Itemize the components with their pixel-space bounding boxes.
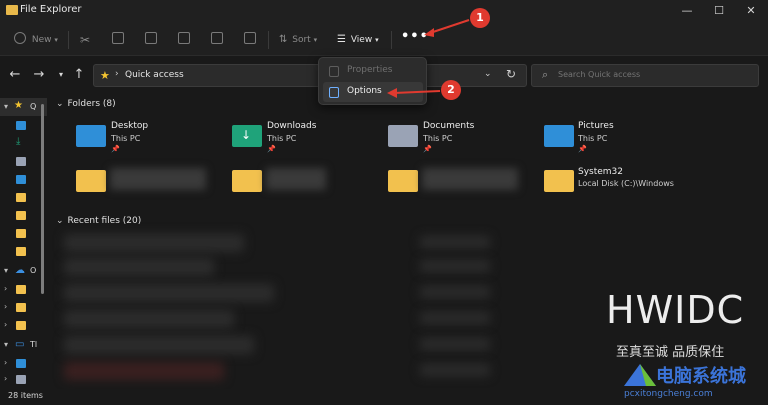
item-count: 28 items: [8, 391, 43, 400]
file-explorer-window: File Explorer — ☐ ✕ New ▾ ✂ ⇅ Sort ▾ ☰ V…: [0, 0, 768, 405]
arrowhead-icon: [424, 28, 434, 37]
annotation-arrow-2: [393, 90, 441, 94]
watermark-brand: HWIDC: [606, 288, 745, 332]
watermark-site-name: 电脑系统城: [656, 366, 746, 387]
annotation-badge-1: 1: [470, 8, 490, 28]
watermark-slogan: 至真至诚 品质保住: [616, 345, 725, 360]
arrowhead-icon: [387, 88, 397, 98]
annotation-arrow-1: [429, 19, 470, 34]
annotation-badge-2: 2: [441, 80, 461, 100]
watermark-logo-icon: [624, 364, 656, 386]
watermark-site-url: pcxitongcheng.com: [624, 389, 713, 399]
